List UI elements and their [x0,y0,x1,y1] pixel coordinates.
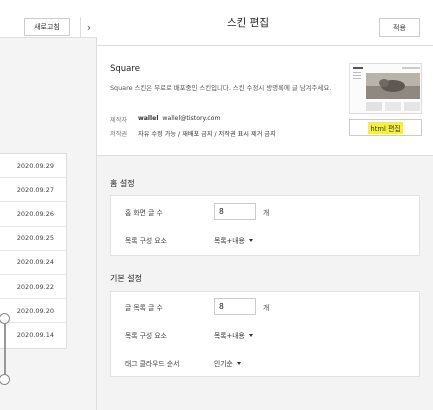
list-item[interactable]: 2020.09.25 [0,227,66,251]
tag-cloud-order-select[interactable]: 인기순 [214,358,241,368]
row-label: 홈 화면 글 수 [125,209,163,217]
row-label: 목록 구성 요소 [125,237,167,245]
home-settings-card: 홈 화면 글 수 8 개 목록 구성 요소 목록+내용 [110,195,420,256]
chevron-right-icon: › [86,20,92,34]
skin-name: Square [110,64,140,74]
author-meta: 제작자 wallel wallel@tistory.com [110,115,220,124]
page-title: 스킨 편집 [227,17,269,29]
row-label: 글 목록 글 수 [125,304,163,312]
post-list-count-input[interactable]: 8 [214,298,256,315]
skin-description: Square 스킨은 무료로 배포중인 스킨입니다. 스킨 수정시 방명록에 글… [110,84,332,92]
caret-down-icon [248,333,253,337]
range-handle-bottom[interactable] [0,374,10,385]
author-name: wallel [138,115,159,122]
list-item[interactable]: 2020.09.14 [0,323,66,347]
list-components-select[interactable]: 목록+내용 [214,330,253,340]
basic-settings-title: 기본 설정 [110,274,142,283]
post-list-count-row: 글 목록 글 수 8 개 [111,293,421,321]
date-text: 2020.09.29 [16,161,54,170]
copyright-meta: 저작권 자유 수정 가능 / 재배포 금지 / 저작권 표시 제거 금지 [110,129,276,138]
date-text: 2020.09.26 [16,209,54,218]
unit-label: 개 [263,209,270,217]
row-label: 목록 구성 요소 [125,332,167,340]
skin-info: Square Square 스킨은 무료로 배포중인 스킨입니다. 스킨 수정시… [97,46,433,156]
refresh-button[interactable]: 새로고침 [24,18,70,36]
date-text: 2020.09.24 [16,258,54,267]
skin-thumbnail [349,63,422,114]
skin-preview-image [350,64,421,113]
apply-button[interactable]: 적용 [379,18,420,37]
home-list-components-row: 목록 구성 요소 목록+내용 [111,226,421,254]
date-text: 2020.09.20 [16,306,54,315]
home-settings-title: 홈 설정 [110,179,135,188]
tag-cloud-order-row: 태그 클라우드 순서 인기순 [111,349,421,377]
author-label: 제작자 [110,117,128,124]
date-text: 2020.09.22 [16,282,54,291]
list-item[interactable]: 2020.09.26 [0,202,66,227]
home-post-count-row: 홈 화면 글 수 8 개 [111,198,421,226]
left-pane: 새로고침 › 2020.09.29 2020.09.27 2020.09.26 … [0,0,97,410]
copyright-value: 자유 수정 가능 / 재배포 금지 / 저작권 표시 제거 금지 [138,131,276,138]
date-list: 2020.09.29 2020.09.27 2020.09.26 2020.09… [0,153,67,349]
list-item[interactable]: 2020.09.29 [0,154,66,179]
skin-edit-panel: 스킨 편집 적용 Square Square 스킨은 무료로 배포중인 스킨입니… [97,0,433,410]
author-email: wallel@tistory.com [162,115,221,122]
list-item[interactable]: 2020.09.22 [0,275,66,300]
html-edit-button[interactable]: html 편집 [349,119,422,136]
date-text: 2020.09.27 [16,185,54,194]
left-toolbar: 새로고침 › [0,0,97,38]
range-track[interactable] [4,318,6,380]
caret-down-icon [236,361,241,365]
select-value: 인기순 [214,360,233,368]
basic-settings-card: 글 목록 글 수 8 개 목록 구성 요소 목록+내용 태그 클라우드 순서 인… [110,291,420,377]
date-text: 2020.09.25 [16,234,54,243]
row-label: 태그 클라우드 순서 [125,360,180,368]
html-edit-label: html 편집 [368,121,403,134]
unit-label: 개 [263,304,270,312]
list-item[interactable]: 2020.09.24 [0,251,66,275]
home-post-count-input[interactable]: 8 [214,203,256,220]
home-list-components-select[interactable]: 목록+내용 [214,235,253,245]
list-item[interactable]: 2020.09.20 [0,299,66,324]
select-value: 목록+내용 [214,237,245,245]
list-item[interactable]: 2020.09.27 [0,178,66,203]
list-components-row: 목록 구성 요소 목록+내용 [111,321,421,349]
collapse-panel-button[interactable]: › [80,17,97,37]
panel-header: 스킨 편집 적용 [97,0,433,46]
date-text: 2020.09.14 [16,331,54,340]
caret-down-icon [248,238,253,242]
copyright-label: 저작권 [110,131,128,138]
select-value: 목록+내용 [214,332,245,340]
